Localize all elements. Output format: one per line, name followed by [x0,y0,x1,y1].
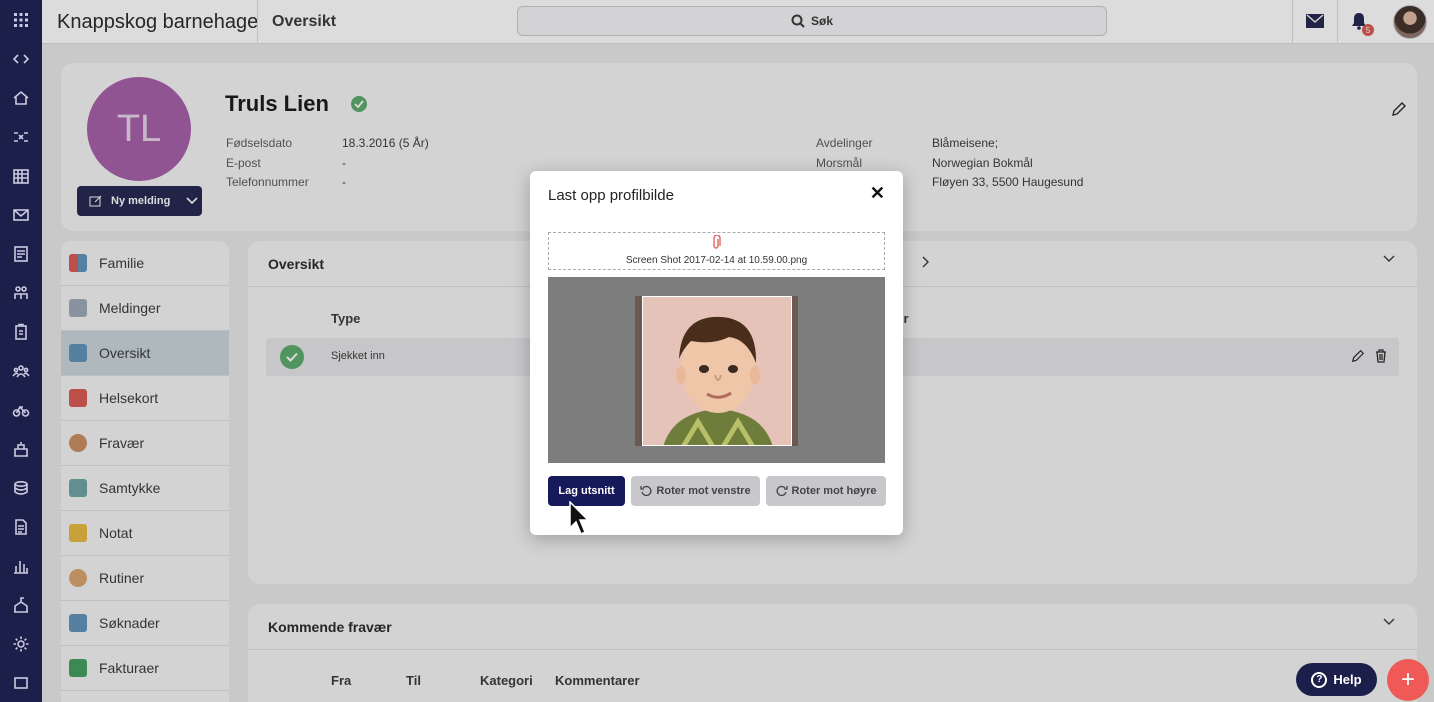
paperclip-icon [713,235,721,249]
building-icon[interactable] [0,429,42,468]
crop-area[interactable] [548,277,885,463]
left-rail [0,0,42,702]
clipboard-icon[interactable] [0,312,42,351]
group-icon[interactable] [0,351,42,390]
more-icon[interactable] [0,663,42,702]
child-photo [643,297,791,445]
modal-title: Last opp profilbilde [548,187,674,204]
help-button[interactable]: ? Help [1296,663,1377,696]
file-dropzone[interactable]: Screen Shot 2017-02-14 at 10.59.00.png [548,232,885,270]
rotate-right-icon [776,485,788,497]
children-icon[interactable] [0,273,42,312]
document-icon[interactable] [0,507,42,546]
close-icon[interactable]: ✕ [870,183,885,204]
bar-chart-icon[interactable] [0,546,42,585]
profile-photo-preview[interactable] [642,296,792,446]
rotate-right-button[interactable]: Roter mot høyre [766,476,886,506]
question-mark-icon: ? [1311,671,1328,688]
rotate-left-icon [640,485,652,497]
add-fab-button[interactable]: + [1387,659,1429,701]
calendar-icon[interactable] [0,156,42,195]
settings-gear-icon[interactable] [0,624,42,663]
shuffle-icon[interactable] [0,117,42,156]
help-label: Help [1333,672,1362,687]
apps-grid-icon[interactable] [0,0,42,39]
rotate-left-button[interactable]: Roter mot venstre [631,476,760,506]
mouse-pointer-icon [569,501,590,536]
coins-icon[interactable] [0,468,42,507]
upload-profile-photo-modal: Last opp profilbilde ✕ Screen Shot 2017-… [530,171,903,535]
file-name: Screen Shot 2017-02-14 at 10.59.00.png [625,255,808,266]
expand-collapse-icon[interactable] [0,39,42,78]
mail-icon[interactable] [0,195,42,234]
rotate-left-label: Roter mot venstre [656,485,751,497]
home-icon[interactable] [0,78,42,117]
school-icon[interactable] [0,585,42,624]
bike-icon[interactable] [0,390,42,429]
news-icon[interactable] [0,234,42,273]
rotate-right-label: Roter mot høyre [791,485,877,497]
